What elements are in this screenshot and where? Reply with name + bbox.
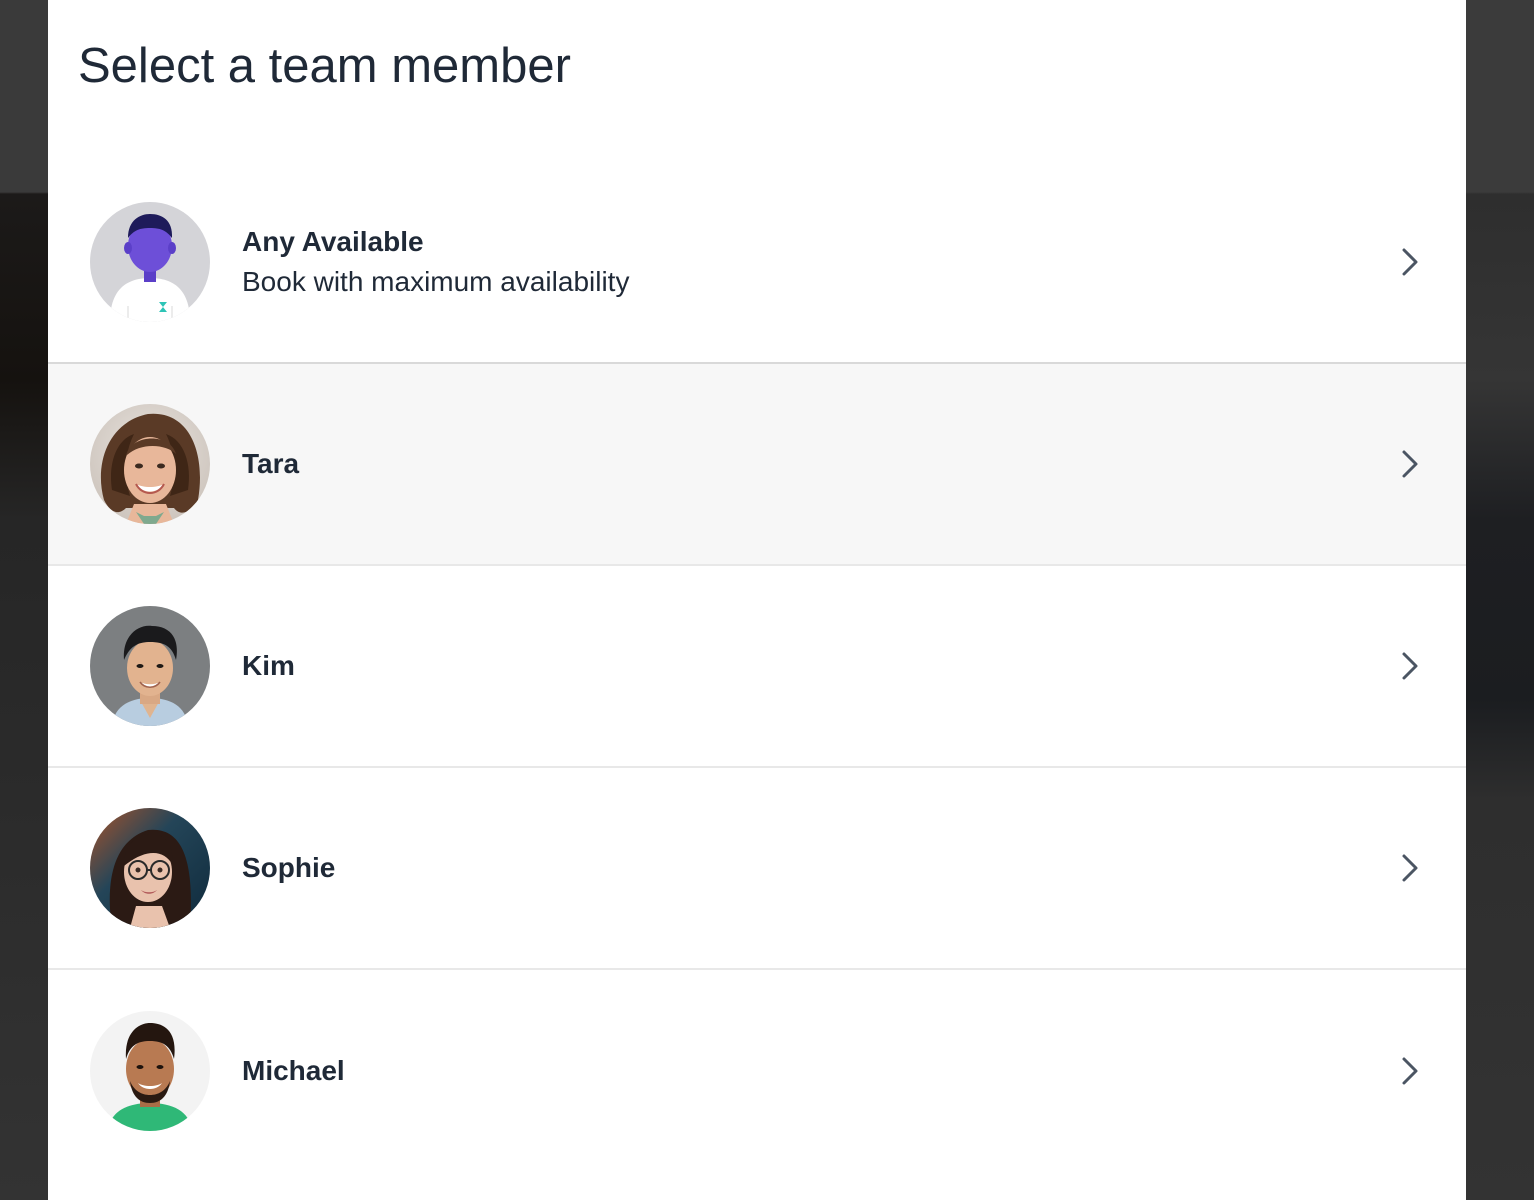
chevron-right-icon[interactable] bbox=[1398, 650, 1422, 682]
member-row-sophie[interactable]: Sophie bbox=[48, 768, 1466, 970]
avatar-any-available bbox=[90, 202, 210, 322]
backdrop-left bbox=[0, 0, 48, 1200]
portrait-kim bbox=[90, 606, 210, 726]
chevron-right-icon[interactable] bbox=[1398, 246, 1422, 278]
chevron-right-icon[interactable] bbox=[1398, 1055, 1422, 1087]
member-texts: Sophie bbox=[242, 848, 335, 888]
member-texts: Tara bbox=[242, 444, 299, 484]
member-name: Tara bbox=[242, 448, 300, 479]
backdrop-right bbox=[1466, 0, 1534, 1200]
portrait-michael bbox=[90, 1011, 210, 1131]
member-texts: Any Available Book with maximum availabi… bbox=[242, 222, 629, 302]
member-subtitle: Book with maximum availability bbox=[242, 266, 630, 297]
avatar-tara bbox=[90, 404, 210, 524]
avatar-sophie bbox=[90, 808, 210, 928]
portrait-sophie bbox=[90, 808, 210, 928]
chevron-right-icon[interactable] bbox=[1398, 852, 1422, 884]
portrait-tara bbox=[90, 404, 210, 524]
team-member-modal: Select a team member Any Available Book … bbox=[48, 0, 1466, 1200]
page-title: Select a team member bbox=[78, 39, 571, 93]
member-texts: Kim bbox=[242, 646, 295, 686]
member-row-any-available[interactable]: Any Available Book with maximum availabi… bbox=[48, 162, 1466, 364]
member-texts: Michael bbox=[242, 1051, 345, 1091]
member-row-kim[interactable]: Kim bbox=[48, 566, 1466, 768]
member-name: Kim bbox=[242, 650, 295, 681]
person-placeholder-icon bbox=[90, 202, 210, 322]
member-row-tara[interactable]: Tara bbox=[48, 364, 1466, 566]
member-name: Any Available bbox=[242, 226, 424, 257]
member-row-michael[interactable]: Michael bbox=[48, 970, 1466, 1172]
member-name: Sophie bbox=[242, 852, 336, 883]
chevron-right-icon[interactable] bbox=[1398, 448, 1422, 480]
member-name: Michael bbox=[242, 1055, 345, 1086]
team-member-list: Any Available Book with maximum availabi… bbox=[48, 162, 1466, 1172]
avatar-kim bbox=[90, 606, 210, 726]
avatar-michael bbox=[90, 1011, 210, 1131]
